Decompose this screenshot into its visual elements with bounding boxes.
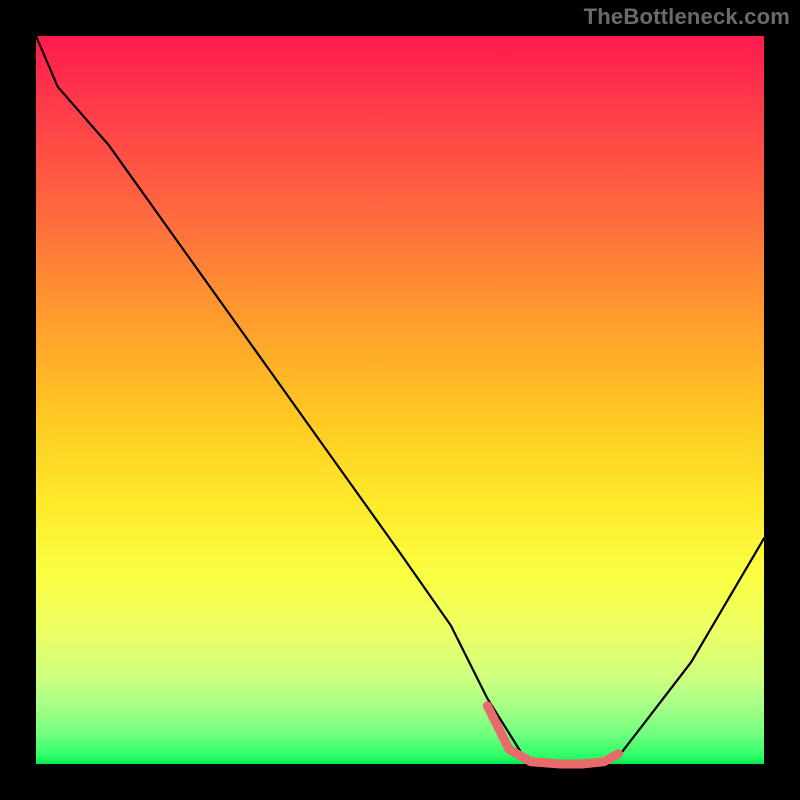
chart-svg (36, 36, 764, 764)
valley-highlight (487, 706, 618, 764)
chart-frame: TheBottleneck.com (0, 0, 800, 800)
main-curve (36, 36, 764, 764)
plot-area (36, 36, 764, 764)
watermark-text: TheBottleneck.com (584, 4, 790, 30)
